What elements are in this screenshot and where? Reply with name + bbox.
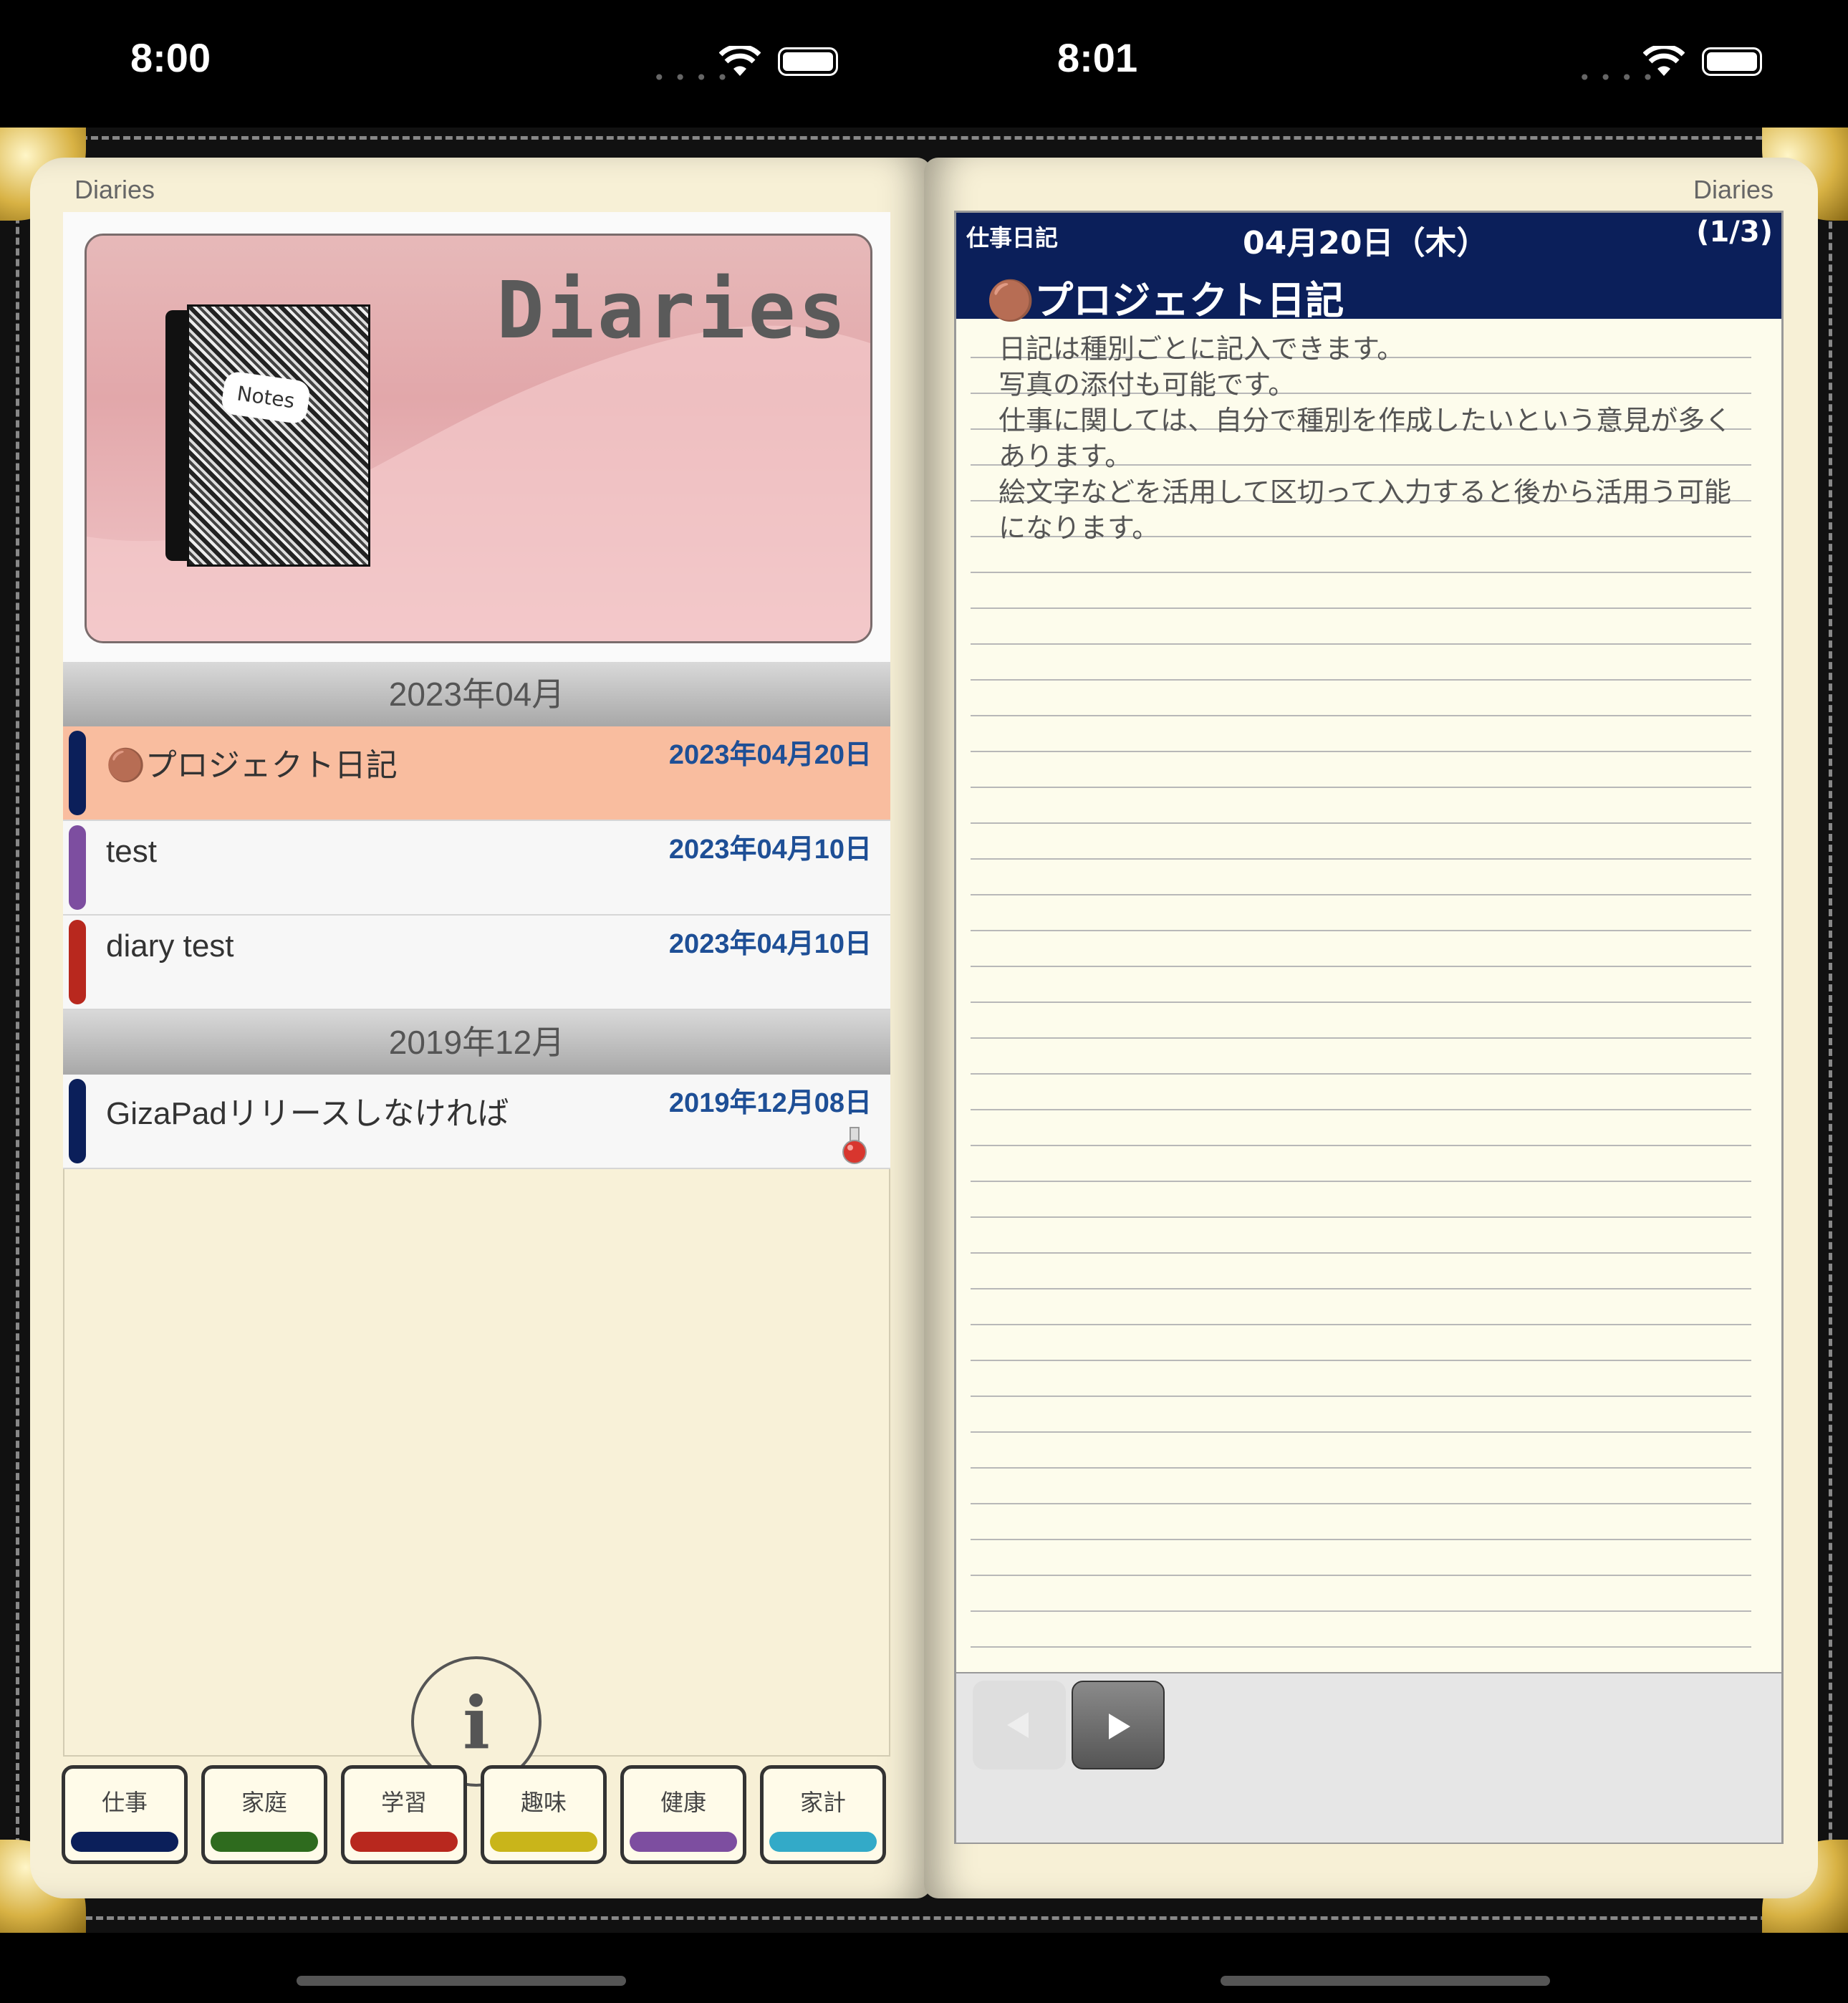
tab-study[interactable]: 学習 [341,1765,467,1864]
next-page-button[interactable] [1072,1681,1165,1769]
diary-category: 仕事日記 [966,224,1059,251]
entry-date: 2023年04月10日 [668,929,872,959]
tab-label: 仕事 [101,1789,148,1816]
prev-triangle-icon [1007,1712,1029,1738]
category-color-bar [69,825,86,910]
entry-title: test [106,834,157,869]
category-color-bar [69,920,86,1004]
wifi-icon [1643,46,1685,76]
wifi-icon [719,46,761,76]
tab-label: 家計 [799,1789,846,1816]
prev-page-button[interactable] [973,1681,1066,1769]
left-page-title: Diaries [74,175,155,204]
right-page-title: Diaries [1693,175,1774,204]
diary-date: 04月20日（木） [1243,225,1488,261]
diary-header: 仕事日記 04月20日（木） (1/3) 🟤プロジェクト日記 [956,213,1781,323]
diary-body-line: 写真の添付も可能です。 [998,369,1296,400]
battery-icon [778,47,838,76]
battery-icon [1702,47,1762,76]
tab-label: 学習 [380,1789,427,1816]
home-indicator[interactable] [1221,1976,1550,1986]
tab-color [211,1832,318,1852]
entry-title: GizaPadリリースしなければ [106,1096,509,1131]
section-header-2023-04: 2023年04月 [63,662,890,726]
entry-title: diary test [106,928,234,964]
tab-home[interactable]: 家庭 [201,1765,327,1864]
home-indicator[interactable] [297,1976,626,1986]
entry-date: 2023年04月20日 [668,740,872,770]
diary-entry-row[interactable]: GizaPadリリースしなければ 2019年12月08日 [63,1075,890,1169]
category-color-bar [69,1079,86,1163]
tab-color [769,1832,877,1852]
tab-label: 健康 [660,1789,706,1816]
diary-entry-row[interactable]: 🟤プロジェクト日記 2023年04月20日 [63,726,890,821]
section-header-2019-12: 2019年12月 [63,1010,890,1075]
diary-body-line: になります。 [998,512,1160,544]
tab-household[interactable]: 家計 [760,1765,886,1864]
tab-health[interactable]: 健康 [620,1765,746,1864]
notebook-icon: Notes [158,304,380,570]
diary-entry-row[interactable]: diary test 2023年04月10日 [63,916,890,1010]
status-time-right: 8:01 [1057,35,1138,80]
entry-date: 2019年12月08日 [668,1088,872,1118]
category-color-bar [69,731,86,815]
tab-color [630,1832,737,1852]
status-time-left: 8:00 [130,35,211,80]
tab-color [71,1832,178,1852]
info-icon: i [463,1681,490,1765]
cellular-signal-icon: • • • • [653,66,730,90]
tab-color [350,1832,458,1852]
potion-flask-icon [842,1127,867,1164]
entry-date: 2023年04月10日 [668,835,872,865]
diary-body-line: 仕事に関しては、自分で種別を作成したいという意見が多く [998,405,1733,436]
next-triangle-icon [1109,1714,1130,1739]
tab-label: 趣味 [520,1789,567,1816]
app-banner: Diaries Notes [85,234,872,643]
tab-color [490,1832,597,1852]
diary-body-line: 日記は種別ごとに記入できます。 [998,333,1405,365]
diary-body-line: あります。 [998,441,1132,472]
diary-entry-row[interactable]: test 2023年04月10日 [63,821,890,916]
tab-label: 家庭 [241,1789,287,1816]
diary-page-counter: (1/3) [1696,216,1773,249]
tab-hobby[interactable]: 趣味 [481,1765,607,1864]
diary-body-line: 絵文字などを活用して区切って入力すると後から活用う可能 [998,476,1731,508]
diary-title: 🟤プロジェクト日記 [986,278,1344,323]
entry-title: 🟤プロジェクト日記 [106,748,398,783]
tab-work[interactable]: 仕事 [62,1765,188,1864]
banner-title: Diaries [496,264,849,356]
